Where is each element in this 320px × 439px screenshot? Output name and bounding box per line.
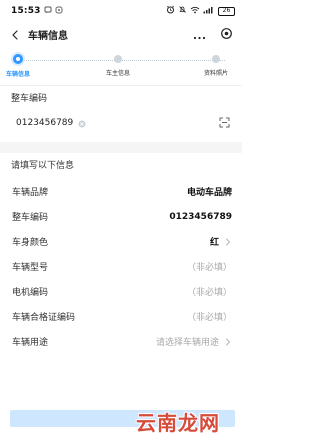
more-button[interactable] (191, 26, 207, 42)
step-indicator-owner-info (114, 55, 122, 63)
chevron-right-icon (223, 237, 232, 246)
step-label-vehicle-info: 车辆信息 (5, 71, 30, 78)
vin-input-value[interactable]: 0123456789 (16, 118, 73, 128)
vehicle-model-row[interactable]: 车辆型号 （非必填） (0, 254, 242, 279)
wifi-icon (190, 6, 200, 17)
more-icon (193, 25, 206, 44)
certificate-code-placeholder: （非必填） (186, 313, 232, 323)
target-button[interactable] (218, 26, 234, 42)
step-indicator-vehicle-info (13, 54, 23, 64)
vehicle-usage-placeholder: 请选择车辆用途 (155, 338, 219, 348)
notification-icon (55, 6, 63, 17)
status-left: 15:53 (11, 6, 63, 17)
motor-code-label: 电机编码 (12, 288, 49, 298)
navigation-actions (191, 22, 234, 46)
body-color-value: 红 (209, 238, 219, 248)
progress-stepper: 车辆信息 车主信息 资料照片 (0, 46, 242, 86)
message-icon (44, 6, 52, 17)
certificate-code-row[interactable]: 车辆合格证编码 （非必填） (0, 304, 242, 329)
scan-button[interactable] (218, 117, 230, 129)
scan-icon (219, 113, 230, 132)
vehicle-code-row[interactable]: 整车编码 0123456789 (0, 204, 242, 229)
vin-section: 整车编码 0123456789 (0, 86, 242, 133)
watermark-text: 云南龙网 (136, 410, 220, 435)
step-owner-info: 车主信息 (83, 55, 153, 77)
alarm-icon (166, 5, 175, 17)
vin-section-title: 整车编码 (11, 94, 48, 104)
step-photos: 资料照片 (187, 55, 242, 77)
vehicle-usage-row[interactable]: 车辆用途 请选择车辆用途 (0, 329, 242, 354)
step-indicator-photos (212, 55, 220, 63)
certificate-code-label: 车辆合格证编码 (12, 313, 76, 323)
motor-code-placeholder: （非必填） (186, 288, 232, 298)
vehicle-code-label: 整车编码 (12, 213, 49, 223)
vehicle-brand-value: 电动车品牌 (186, 188, 232, 198)
vehicle-model-label: 车辆型号 (12, 263, 49, 273)
clear-icon (78, 113, 86, 132)
form-section-title: 请填写以下信息 (11, 161, 75, 171)
vehicle-code-value: 0123456789 (169, 211, 232, 222)
step-vehicle-info: 车辆信息 (0, 54, 53, 78)
body-color-label: 车身颜色 (12, 238, 49, 248)
vehicle-form: 请填写以下信息 车辆品牌 电动车品牌 整车编码 0123456789 车身颜色 … (0, 153, 242, 354)
battery-icon: 26 (218, 6, 235, 16)
step-label-photos: 资料照片 (203, 70, 228, 77)
chevron-right-icon (223, 337, 232, 346)
section-divider (0, 142, 242, 153)
signal-icon (203, 6, 215, 17)
mute-icon (178, 5, 187, 17)
vehicle-info-screen: 15:53 26 车辆信息 车辆信息 车主信息 资料照片 整车编码 012345… (0, 0, 242, 439)
back-icon (11, 25, 19, 44)
motor-code-row[interactable]: 电机编码 （非必填） (0, 279, 242, 304)
clear-vin-button[interactable] (77, 118, 86, 128)
status-time: 15:53 (11, 6, 41, 16)
vehicle-usage-label: 车辆用途 (12, 338, 49, 348)
target-icon (220, 25, 233, 44)
status-bar: 15:53 26 (0, 0, 242, 22)
vin-input-row: 0123456789 (0, 112, 242, 133)
status-right: 26 (166, 5, 235, 17)
bottom-action-area: 云南龙网 (0, 388, 242, 439)
body-color-row[interactable]: 车身颜色 红 (0, 229, 242, 254)
page-title: 车辆信息 (28, 30, 68, 42)
navigation-bar: 车辆信息 (0, 22, 242, 46)
vehicle-brand-label: 车辆品牌 (12, 188, 49, 198)
step-label-owner-info: 车主信息 (105, 70, 130, 77)
watermark-logo: 云南龙网 (122, 410, 234, 435)
back-button[interactable] (5, 22, 25, 46)
vehicle-model-placeholder: （非必填） (186, 263, 232, 273)
vehicle-brand-row[interactable]: 车辆品牌 电动车品牌 (0, 179, 242, 204)
